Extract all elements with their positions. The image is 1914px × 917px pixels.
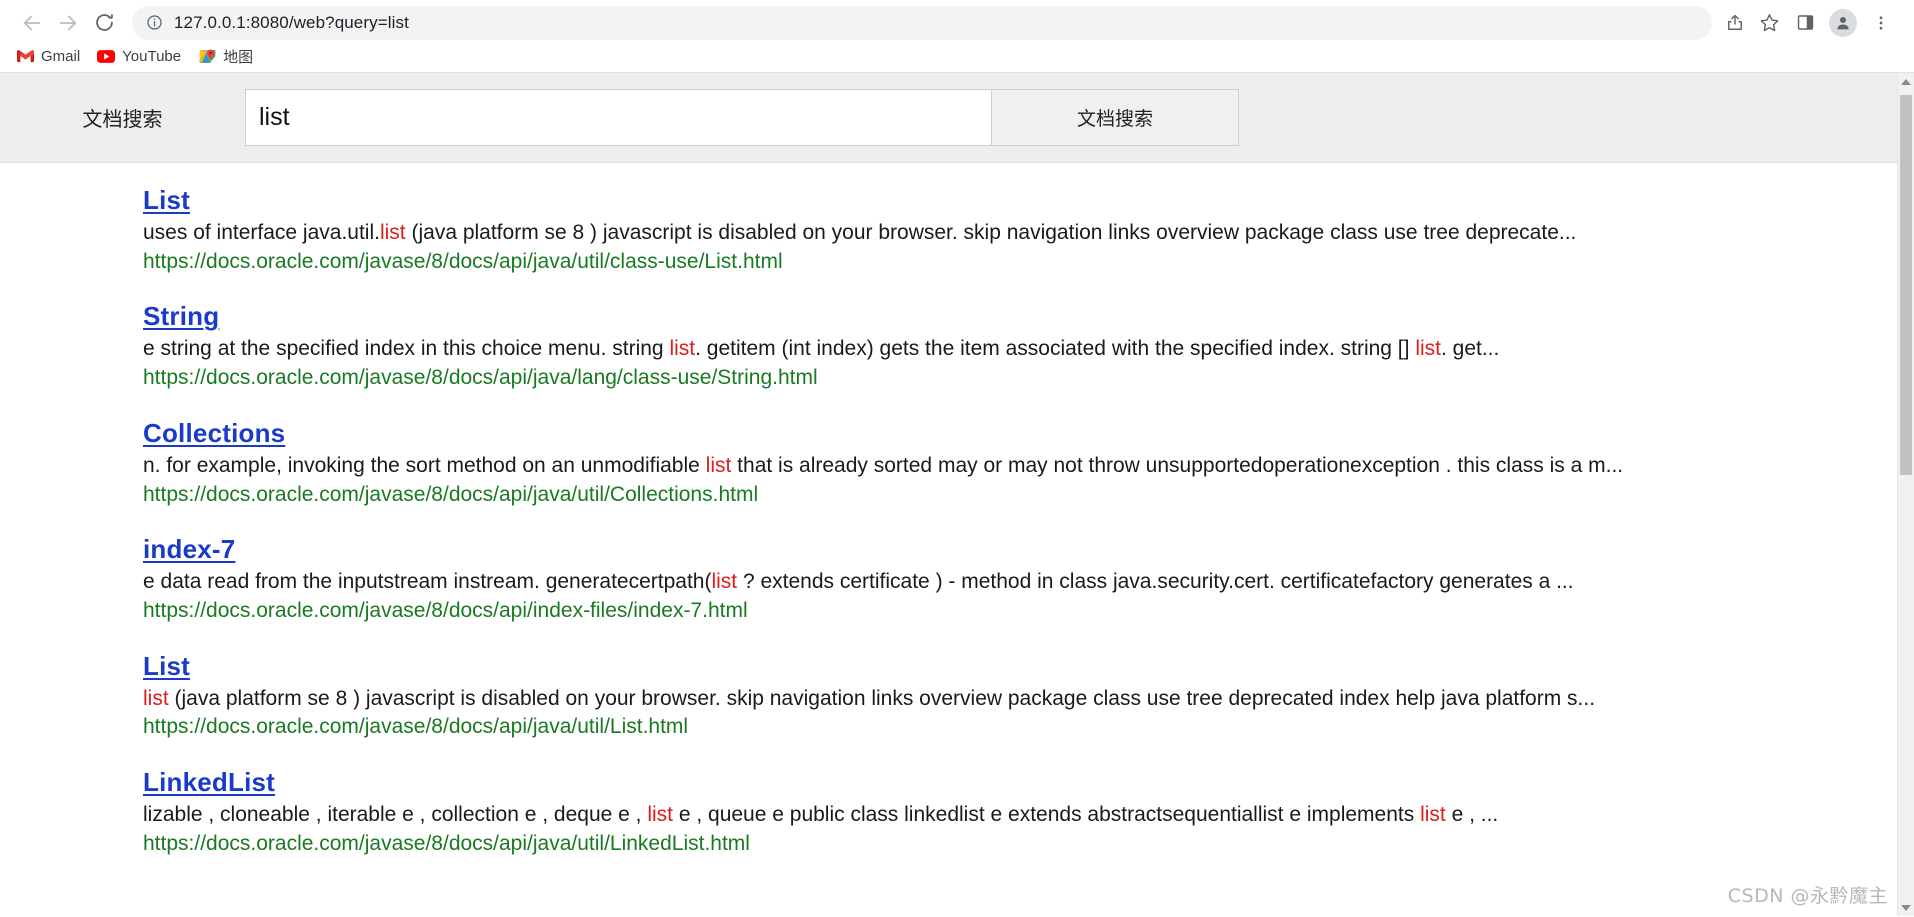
search-result-item: Collections n. for example, invoking the …	[143, 418, 1897, 508]
snippet-highlight-term: list	[669, 337, 696, 361]
profile-button[interactable]	[1824, 4, 1862, 42]
search-result-item: String e string at the specified index in…	[143, 301, 1897, 391]
share-icon[interactable]	[1718, 6, 1752, 40]
snippet-highlight-term: list	[143, 686, 169, 710]
page-scrollbar[interactable]	[1897, 73, 1914, 916]
bookmarks-bar: Gmail YouTube 地图	[0, 45, 1914, 73]
address-bar-url: 127.0.0.1:8080/web?query=list	[174, 12, 409, 32]
snippet-highlight-term: list	[705, 453, 732, 477]
result-snippet: e string at the specified index in this …	[143, 335, 1897, 363]
browser-toolbar: 127.0.0.1:8080/web?query=list	[0, 0, 1914, 45]
snippet-text: n. for example, invoking the sort method…	[143, 453, 706, 477]
address-bar[interactable]: 127.0.0.1:8080/web?query=list	[132, 5, 1712, 40]
snippet-highlight-term: list	[711, 570, 738, 594]
browser-chrome: 127.0.0.1:8080/web?query=list Gmail YouT…	[0, 0, 1914, 73]
search-header: 文档搜索 文档搜索	[0, 73, 1897, 163]
bookmark-star-icon[interactable]	[1752, 6, 1786, 40]
result-snippet: lizable , cloneable , iterable e , colle…	[143, 801, 1897, 829]
search-input[interactable]	[245, 89, 991, 146]
snippet-text: that is already sorted may or may not th…	[731, 453, 1624, 477]
search-form: 文档搜索	[245, 89, 1239, 146]
result-url-link[interactable]: https://docs.oracle.com/javase/8/docs/ap…	[143, 366, 818, 389]
snippet-highlight-term: list	[1415, 337, 1441, 361]
side-panel-icon[interactable]	[1786, 4, 1824, 42]
bookmark-maps[interactable]: 地图	[192, 43, 262, 70]
bookmark-gmail[interactable]: Gmail	[10, 45, 89, 69]
bookmark-label: Gmail	[41, 48, 81, 65]
result-url-link[interactable]: https://docs.oracle.com/javase/8/docs/ap…	[143, 250, 783, 273]
search-results-list: List uses of interface java.util.list (ja…	[0, 163, 1897, 858]
result-url-link[interactable]: https://docs.oracle.com/javase/8/docs/ap…	[143, 832, 750, 855]
search-submit-button[interactable]: 文档搜索	[991, 89, 1239, 146]
gmail-icon	[16, 48, 34, 66]
result-title-link[interactable]: Collections	[143, 418, 285, 449]
result-url-link[interactable]: https://docs.oracle.com/javase/8/docs/ap…	[143, 715, 688, 738]
snippet-text: . getitem (int index) gets the item asso…	[695, 337, 1416, 361]
result-snippet: e data read from the inputstream instrea…	[143, 568, 1897, 596]
forward-button[interactable]	[50, 5, 86, 41]
result-title-link[interactable]: index-7	[143, 534, 235, 565]
result-title-link[interactable]: String	[143, 301, 219, 332]
page-content: 文档搜索 文档搜索 List uses of interface java.uti…	[0, 73, 1897, 916]
snippet-text: lizable , cloneable , iterable e , colle…	[143, 803, 648, 827]
search-result-item: LinkedList lizable , cloneable , iterable…	[143, 767, 1897, 857]
snippet-text: e , ...	[1445, 803, 1499, 827]
google-maps-icon	[198, 48, 216, 66]
result-title-link[interactable]: List	[143, 185, 190, 216]
back-button[interactable]	[14, 5, 50, 41]
scroll-down-arrow-icon[interactable]	[1898, 899, 1914, 916]
result-snippet: n. for example, invoking the sort method…	[143, 452, 1897, 480]
result-snippet: uses of interface java.util.list (java p…	[143, 219, 1897, 247]
chrome-menu-icon[interactable]	[1862, 4, 1900, 42]
snippet-text: e , queue e public class linkedlist e ex…	[673, 803, 1421, 827]
snippet-text: (java platform se 8 ) javascript is disa…	[405, 221, 1577, 244]
scrollbar-thumb[interactable]	[1900, 95, 1912, 475]
watermark: CSDN @永黔魔主	[1727, 885, 1888, 907]
page-viewport: 文档搜索 文档搜索 List uses of interface java.uti…	[0, 73, 1914, 916]
bookmark-label: 地图	[223, 49, 254, 66]
result-url-link[interactable]: https://docs.oracle.com/javase/8/docs/ap…	[143, 599, 748, 622]
snippet-text: uses of interface java.util.	[143, 221, 380, 244]
avatar	[1829, 8, 1857, 37]
youtube-icon	[97, 48, 116, 66]
result-title-link[interactable]: LinkedList	[143, 767, 275, 798]
bookmark-label: YouTube	[122, 48, 182, 65]
bookmark-youtube[interactable]: YouTube	[91, 45, 190, 69]
snippet-text: (java platform se 8 ) javascript is disa…	[168, 686, 1596, 710]
scroll-up-arrow-icon[interactable]	[1898, 73, 1914, 90]
info-circle-icon[interactable]	[146, 14, 163, 31]
snippet-text: . get...	[1440, 337, 1500, 361]
snippet-highlight-term: list	[1420, 803, 1446, 827]
page-title: 文档搜索	[82, 107, 163, 131]
result-url-link[interactable]: https://docs.oracle.com/javase/8/docs/ap…	[143, 483, 758, 506]
snippet-text: e data read from the inputstream instrea…	[143, 570, 712, 594]
result-snippet: list (java platform se 8 ) javascript is…	[143, 685, 1897, 713]
search-result-item: index-7 e data read from the inputstream …	[143, 534, 1897, 624]
search-result-item: List uses of interface java.util.list (ja…	[143, 185, 1897, 275]
search-result-item: List list (java platform se 8 ) javascrip…	[143, 651, 1897, 741]
reload-button[interactable]	[86, 5, 122, 41]
snippet-text: e string at the specified index in this …	[143, 337, 670, 361]
result-title-link[interactable]: List	[143, 651, 190, 682]
snippet-text: ? extends certificate ) - method in clas…	[737, 570, 1574, 594]
snippet-highlight-term: list	[379, 221, 406, 244]
snippet-highlight-term: list	[647, 803, 673, 827]
